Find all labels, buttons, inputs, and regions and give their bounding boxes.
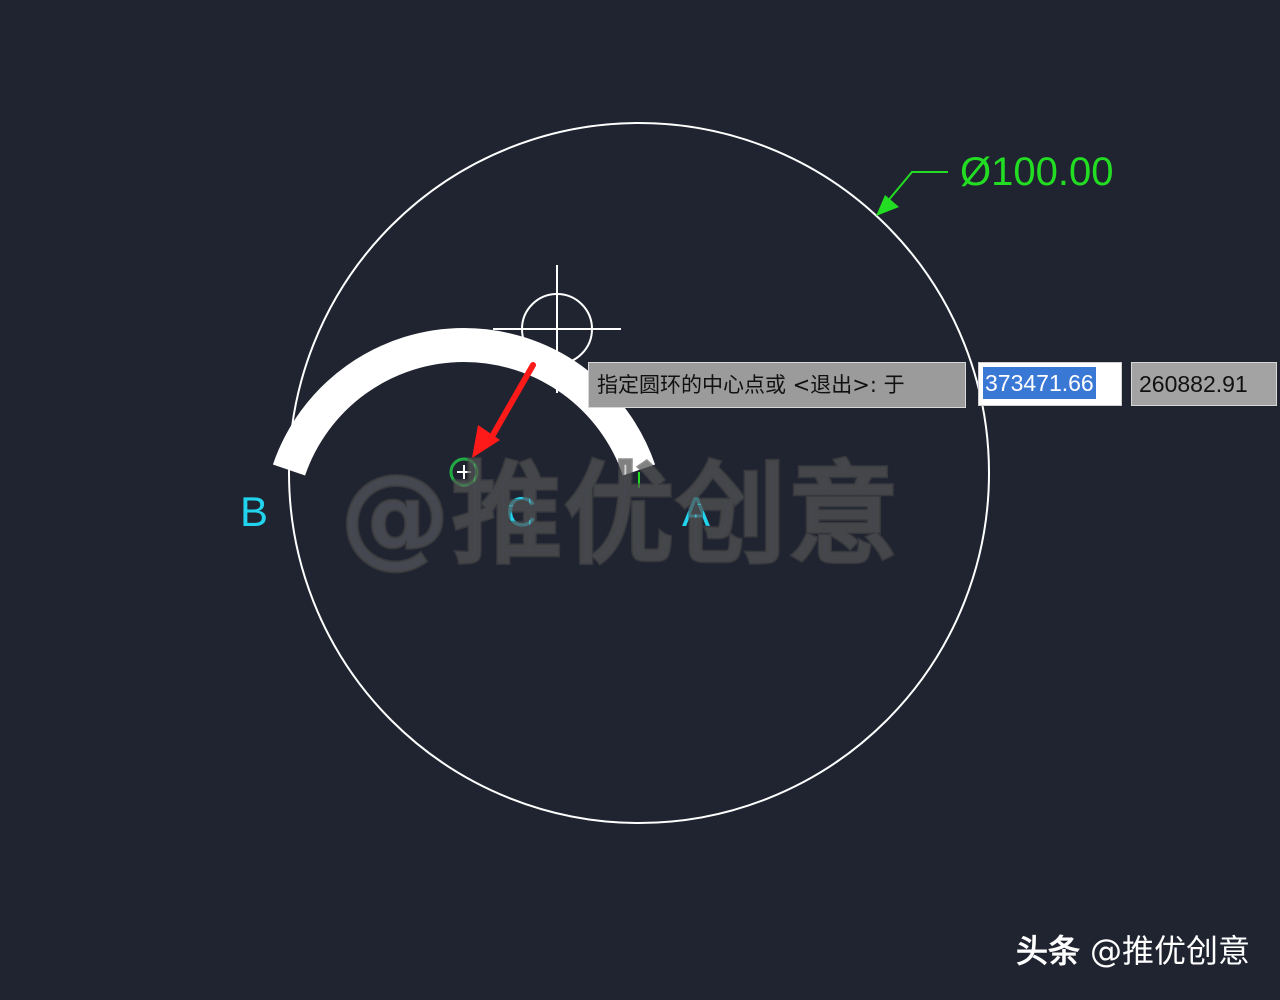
donut-preview <box>272 328 656 476</box>
center-snap-marker-icon[interactable] <box>449 457 479 487</box>
drawing-canvas[interactable]: Ø100.00 B C A @推优创意 指定圆环的中心点或 <退出>: 于 37… <box>0 0 1280 1000</box>
dimension-leader <box>876 171 948 216</box>
point-label-b: B <box>240 488 269 535</box>
point-label-c: C <box>506 488 537 535</box>
attribution-handle: @推优创意 <box>1089 932 1250 970</box>
dynamic-input-prompt: 指定圆环的中心点或 <退出>: 于 <box>588 362 966 408</box>
attribution-brand: 头条 <box>1015 932 1080 970</box>
attribution: 头条 @推优创意 <box>1016 926 1250 972</box>
diameter-dimension-label[interactable]: Ø100.00 <box>960 150 1113 195</box>
point-label-a: A <box>682 488 711 535</box>
y-coordinate-input[interactable]: 260882.91 <box>1131 362 1277 406</box>
x-coordinate-input[interactable]: 373471.66 <box>978 362 1122 406</box>
x-coordinate-value[interactable]: 373471.66 <box>983 367 1096 399</box>
leader-arrow-icon <box>472 362 536 458</box>
